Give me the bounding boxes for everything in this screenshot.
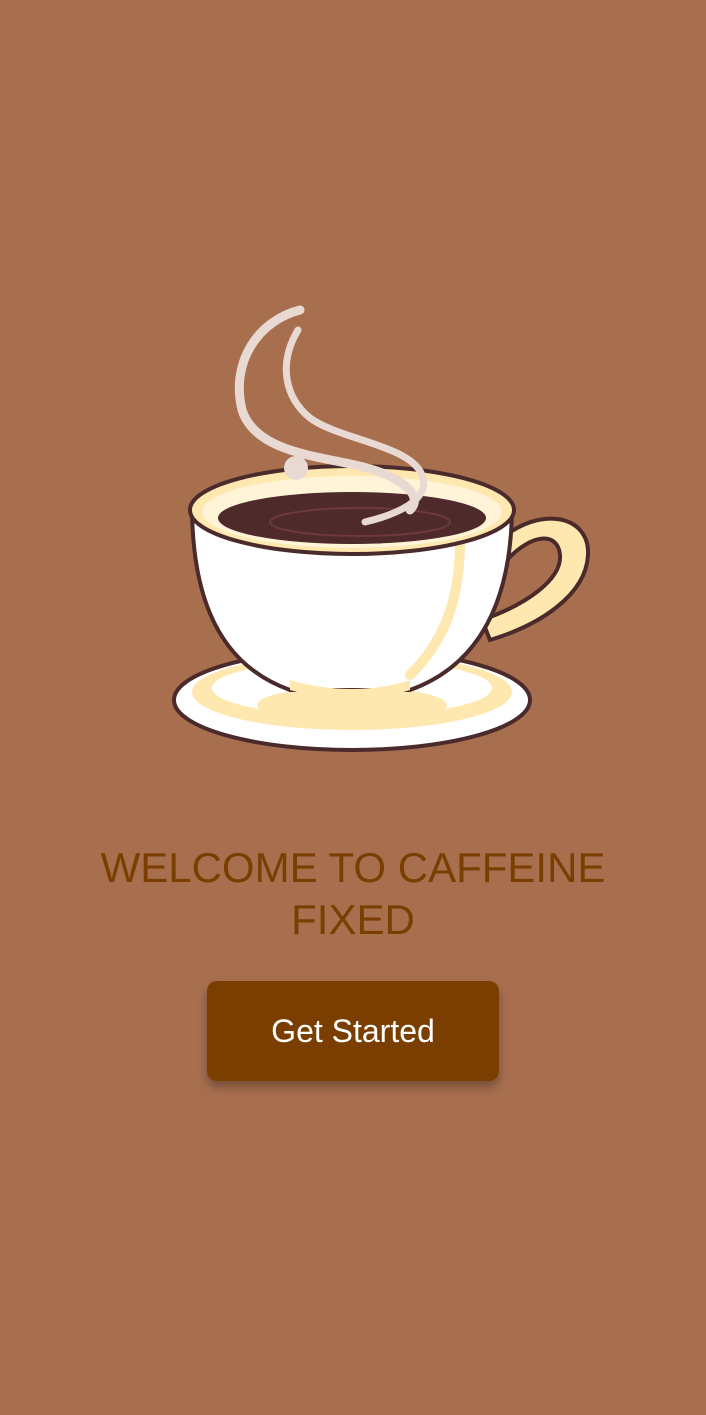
welcome-screen: WELCOME TO CAFFEINE FIXED Get Started <box>0 0 706 1415</box>
welcome-title: WELCOME TO CAFFEINE FIXED <box>100 844 606 943</box>
coffee-cup-icon <box>172 305 591 752</box>
get-started-button[interactable]: Get Started <box>207 981 499 1081</box>
